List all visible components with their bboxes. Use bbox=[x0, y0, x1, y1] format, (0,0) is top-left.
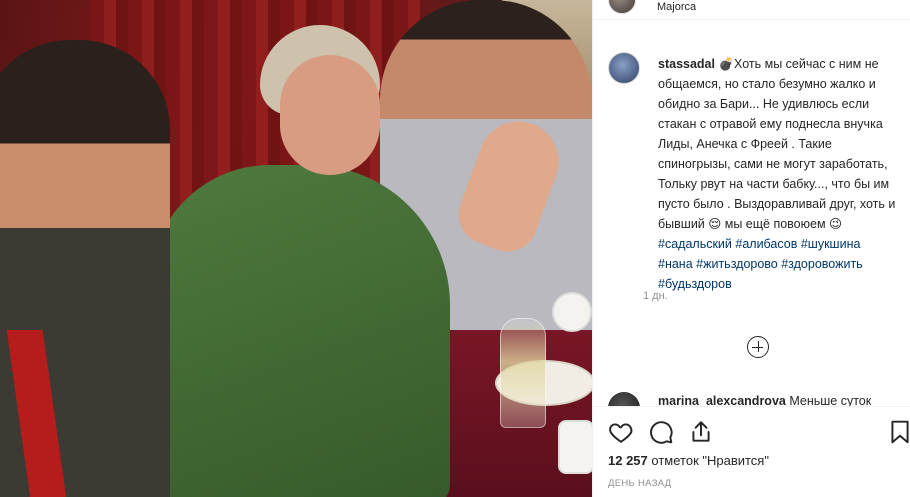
hashtag-link[interactable]: #садальский bbox=[658, 237, 732, 251]
hashtag-link[interactable]: #будьздоров bbox=[658, 277, 732, 291]
comment-body: Меньше суток bbox=[789, 394, 872, 406]
comment-item: marina_alexcandrova Меньше суток bbox=[608, 392, 898, 406]
post-side-panel: Majorca stassadal 💣Хоть мы сейчас с ним … bbox=[592, 0, 910, 497]
likes-label: отметок "Нравится" bbox=[651, 453, 769, 468]
post-location[interactable]: Majorca bbox=[657, 0, 696, 14]
wine-glass bbox=[500, 318, 546, 428]
hashtag-link[interactable]: #алибасов bbox=[735, 237, 797, 251]
tea-cup bbox=[552, 292, 592, 332]
comment-icon[interactable] bbox=[648, 419, 674, 445]
tea-cup-2 bbox=[558, 420, 592, 474]
likes-number: 12 257 bbox=[608, 453, 648, 468]
bookmark-icon[interactable] bbox=[887, 419, 910, 445]
post-date[interactable]: ДЕНЬ НАЗАД bbox=[608, 478, 671, 489]
heart-icon[interactable] bbox=[608, 419, 634, 445]
likes-count[interactable]: 12 257 отметок "Нравится" bbox=[608, 453, 769, 468]
comment-text: marina_alexcandrova Меньше суток bbox=[658, 394, 871, 406]
load-more-comments-button[interactable] bbox=[747, 336, 769, 358]
hashtag-link[interactable]: #житьздорово bbox=[696, 257, 778, 271]
post-header: Majorca bbox=[593, 0, 910, 20]
commenter-avatar[interactable] bbox=[608, 392, 640, 406]
hashtag-link[interactable]: #нана bbox=[658, 257, 693, 271]
commenter-username[interactable]: marina_alexcandrova bbox=[658, 394, 786, 406]
caption-author-avatar[interactable] bbox=[608, 52, 640, 84]
man-left bbox=[0, 40, 170, 497]
caption-text: stassadal 💣Хоть мы сейчас с ним не общае… bbox=[658, 54, 898, 294]
author-avatar[interactable] bbox=[608, 0, 636, 14]
caption-content: 💣Хоть мы сейчас с ним не общаемся, но ст… bbox=[658, 57, 895, 291]
woman-face bbox=[280, 55, 380, 175]
caption-time[interactable]: 1 дн. bbox=[643, 290, 668, 302]
red-tie bbox=[6, 330, 70, 497]
comments-section[interactable]: stassadal 💣Хоть мы сейчас с ним не общае… bbox=[593, 20, 910, 406]
caption-fragment: 💣Хоть мы сейчас с ним не общаемся, но ст… bbox=[658, 57, 896, 231]
post-photo[interactable] bbox=[0, 0, 592, 497]
post-actions: 12 257 отметок "Нравится" ДЕНЬ НАЗАД bbox=[593, 406, 910, 497]
woman bbox=[150, 25, 450, 497]
share-icon[interactable] bbox=[688, 419, 714, 445]
hashtag-link[interactable]: #шукшина bbox=[801, 237, 861, 251]
caption-username[interactable]: stassadal bbox=[658, 57, 715, 71]
hashtag-link[interactable]: #здоровожить bbox=[781, 257, 862, 271]
woman-body bbox=[150, 165, 450, 497]
